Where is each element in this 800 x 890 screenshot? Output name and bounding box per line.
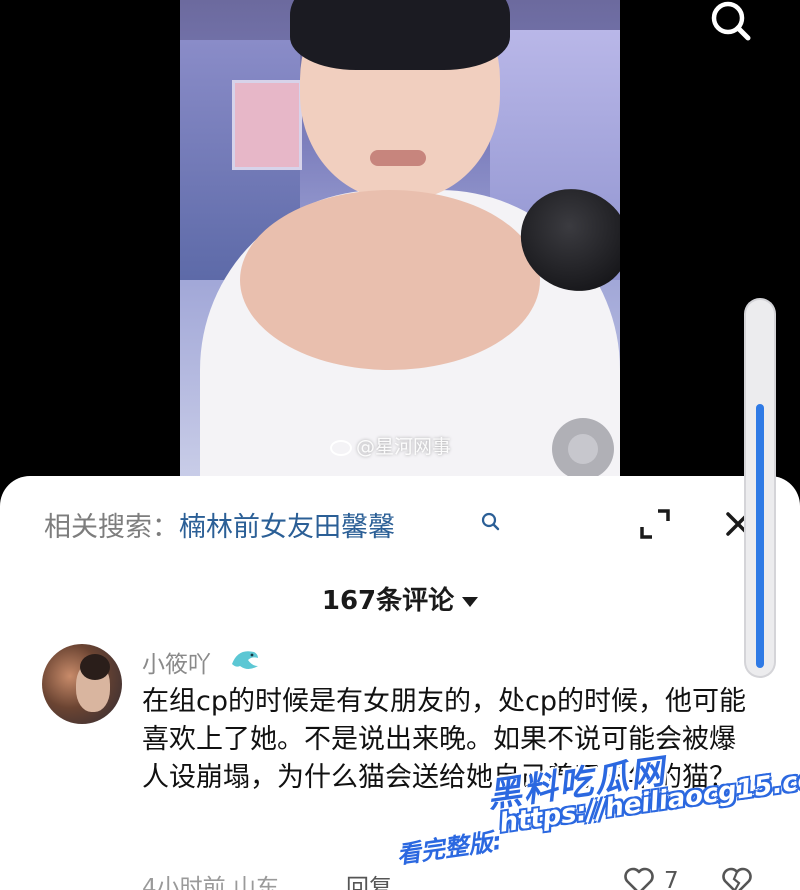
video-player[interactable]: @星河网事 (0, 0, 800, 490)
video-watermark-text: @星河网事 (356, 436, 452, 458)
comments-count: 167条评论 (321, 586, 455, 616)
comments-count-dropdown[interactable]: 167条评论 (0, 580, 800, 617)
person-hands (240, 190, 540, 370)
related-search-query[interactable]: 楠林前女友田馨馨 (179, 512, 395, 543)
dolphin-badge-icon (232, 651, 258, 669)
related-search[interactable]: 相关搜索：楠林前女友田馨馨 (44, 505, 395, 544)
comment-time-location: 4小时前 山东 (142, 875, 279, 890)
related-search-label: 相关搜索： (44, 512, 179, 543)
comment-username[interactable]: 小筱吖 (142, 645, 211, 679)
weibo-logo-icon (330, 439, 352, 456)
reply-button[interactable]: 回复 (346, 868, 392, 890)
expand-icon[interactable] (638, 507, 672, 541)
scrollbar-thumb[interactable] (756, 404, 764, 668)
scrollbar[interactable] (746, 300, 774, 676)
avatar[interactable] (42, 644, 122, 724)
person-mouth (370, 150, 426, 166)
person-hair (290, 0, 510, 70)
search-icon[interactable] (706, 0, 754, 44)
video-frame[interactable]: @星河网事 (180, 0, 620, 478)
avatar-hair (80, 654, 110, 680)
background-poster (232, 80, 302, 170)
floating-assist-ball[interactable] (552, 418, 614, 478)
search-icon[interactable] (481, 512, 501, 534)
site-watermark-url-label: 看完整版: (395, 826, 504, 870)
caret-down-icon (462, 596, 479, 607)
video-watermark: @星河网事 (330, 432, 451, 459)
